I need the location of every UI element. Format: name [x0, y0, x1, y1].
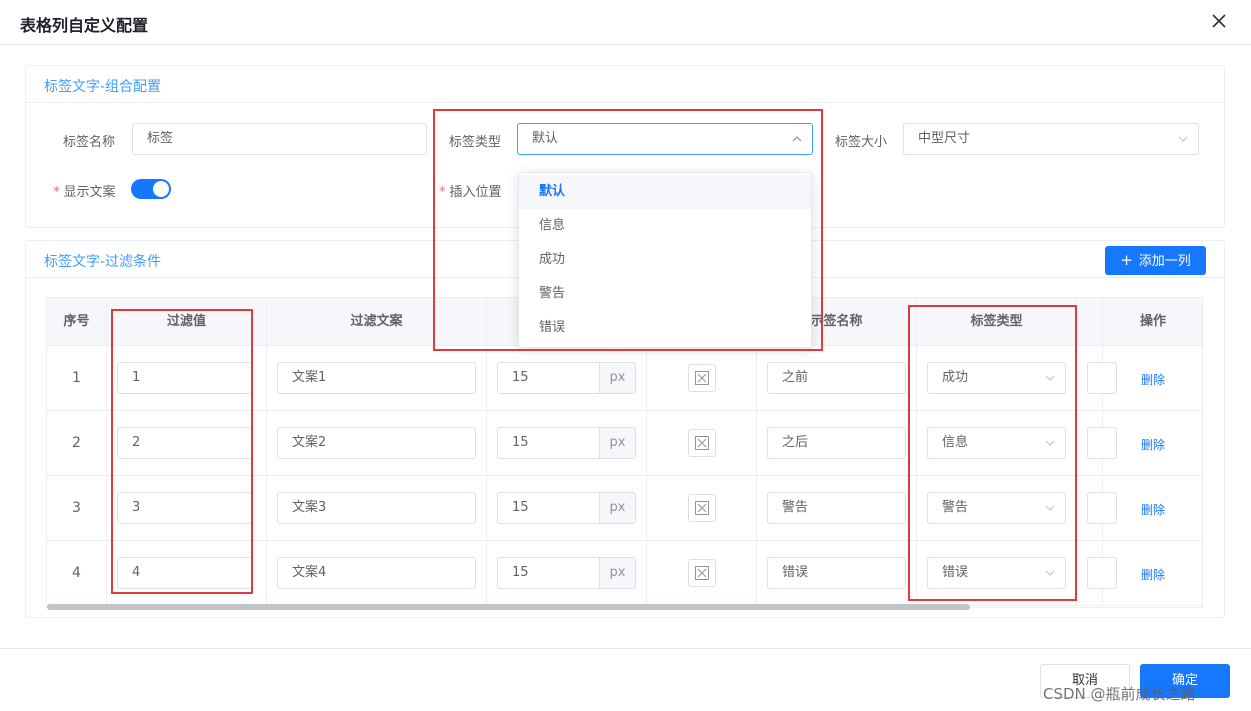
size-value: 15: [512, 370, 529, 385]
dialog-title: 表格列自定义配置: [20, 16, 149, 35]
action-cell: 删除: [1103, 476, 1202, 541]
px-suffix: px: [599, 428, 635, 458]
delete-link[interactable]: 删除: [1141, 566, 1165, 583]
dialog-header: 表格列自定义配置: [0, 0, 1251, 45]
table-horizontal-scrollbar[interactable]: [47, 604, 970, 610]
col-header-extra: [1077, 298, 1103, 346]
action-cell: 删除: [1103, 346, 1202, 411]
extra-cell: [1077, 346, 1117, 411]
close-box-icon: [695, 566, 709, 580]
filter-text-input[interactable]: 文案4: [277, 557, 476, 589]
filter-text-cell: 文案4: [267, 541, 487, 606]
tag-name-input[interactable]: 之后: [767, 427, 906, 459]
checkbox-cell: [647, 476, 757, 541]
col-header-action: 操作: [1103, 298, 1202, 346]
plus-icon: +: [1120, 251, 1133, 269]
tag-name-cell: 之前: [757, 346, 917, 411]
extra-cell: [1077, 476, 1117, 541]
size-value: 15: [512, 500, 529, 515]
row-checkbox[interactable]: [688, 429, 716, 457]
size-cell: 15 px: [487, 541, 647, 606]
add-column-button[interactable]: + 添加一列: [1105, 246, 1206, 275]
table-row: 4: [47, 541, 107, 606]
tag-name-cell: 之后: [757, 411, 917, 476]
required-mark: *: [53, 185, 60, 200]
show-text-label-text: 显示文案: [63, 185, 116, 200]
tag-name-cell: 错误: [757, 541, 917, 606]
tag-name-input[interactable]: 之前: [767, 362, 906, 394]
tag-size-select-value: 中型尺寸: [918, 131, 971, 146]
config-dialog: 表格列自定义配置 标签文字-组合配置 标签名称 标签 标签类型 默认 标签大小 …: [0, 0, 1251, 711]
size-value: 15: [512, 435, 529, 450]
tag-name-label: 标签名称: [63, 135, 116, 150]
checkbox-cell: [647, 411, 757, 476]
filter-text-cell: 文案3: [267, 476, 487, 541]
size-cell: 15 px: [487, 476, 647, 541]
action-cell: 删除: [1103, 411, 1202, 476]
size-cell: 15 px: [487, 411, 647, 476]
tag-name-cell: 警告: [757, 476, 917, 541]
close-icon[interactable]: [1209, 11, 1229, 31]
switch-knob: [153, 181, 169, 197]
px-suffix: px: [599, 558, 635, 588]
row-index: 2: [72, 435, 81, 451]
tag-size-label: 标签大小: [835, 135, 888, 150]
show-text-switch[interactable]: [131, 179, 171, 199]
action-cell: 删除: [1103, 541, 1202, 606]
row-checkbox[interactable]: [688, 559, 716, 587]
delete-link[interactable]: 删除: [1141, 436, 1165, 453]
size-cell: 15 px: [487, 346, 647, 411]
px-suffix: px: [599, 493, 635, 523]
tag-name-input[interactable]: 警告: [767, 492, 906, 524]
combo-config-header: 标签文字-组合配置: [26, 66, 1224, 103]
filter-text-cell: 文案1: [267, 346, 487, 411]
checkbox-cell: [647, 346, 757, 411]
size-input[interactable]: 15 px: [497, 362, 636, 394]
size-input[interactable]: 15 px: [497, 557, 636, 589]
close-box-icon: [695, 501, 709, 515]
table-row: 2: [47, 411, 107, 476]
highlight-box-filter-value-column: [111, 309, 253, 594]
filter-conditions-title: 标签文字-过滤条件: [44, 254, 162, 270]
row-index: 4: [72, 565, 81, 581]
col-header-index: 序号: [47, 298, 107, 346]
row-index: 1: [72, 370, 81, 386]
watermark: CSDN @瓶前成长之路: [1043, 685, 1196, 703]
close-box-icon: [695, 371, 709, 385]
filter-text-input[interactable]: 文案1: [277, 362, 476, 394]
delete-link[interactable]: 删除: [1141, 501, 1165, 518]
filter-text-cell: 文案2: [267, 411, 487, 476]
show-text-label: * 显示文案: [53, 181, 116, 200]
size-value: 15: [512, 565, 529, 580]
size-input[interactable]: 15 px: [497, 492, 636, 524]
checkbox-cell: [647, 541, 757, 606]
filter-text-input[interactable]: 文案3: [277, 492, 476, 524]
table-row: 3: [47, 476, 107, 541]
extra-cell: [1077, 541, 1117, 606]
delete-link[interactable]: 删除: [1141, 371, 1165, 388]
chevron-down-icon: [1178, 136, 1188, 142]
highlight-box-tag-type-column: [908, 305, 1077, 601]
table-row: 1: [47, 346, 107, 411]
tag-name-input[interactable]: 错误: [767, 557, 906, 589]
extra-cell: [1077, 411, 1117, 476]
add-column-label: 添加一列: [1138, 254, 1191, 269]
size-input[interactable]: 15 px: [497, 427, 636, 459]
row-checkbox[interactable]: [688, 364, 716, 392]
px-suffix: px: [599, 363, 635, 393]
tag-size-select[interactable]: 中型尺寸: [903, 123, 1199, 155]
row-checkbox[interactable]: [688, 494, 716, 522]
tag-name-input[interactable]: 标签: [132, 123, 427, 155]
combo-config-title: 标签文字-组合配置: [44, 79, 162, 95]
filter-text-input[interactable]: 文案2: [277, 427, 476, 459]
row-index: 3: [72, 500, 81, 516]
close-box-icon: [695, 436, 709, 450]
highlight-box-tag-type-dropdown: [433, 109, 823, 351]
footer-divider: [0, 648, 1251, 649]
